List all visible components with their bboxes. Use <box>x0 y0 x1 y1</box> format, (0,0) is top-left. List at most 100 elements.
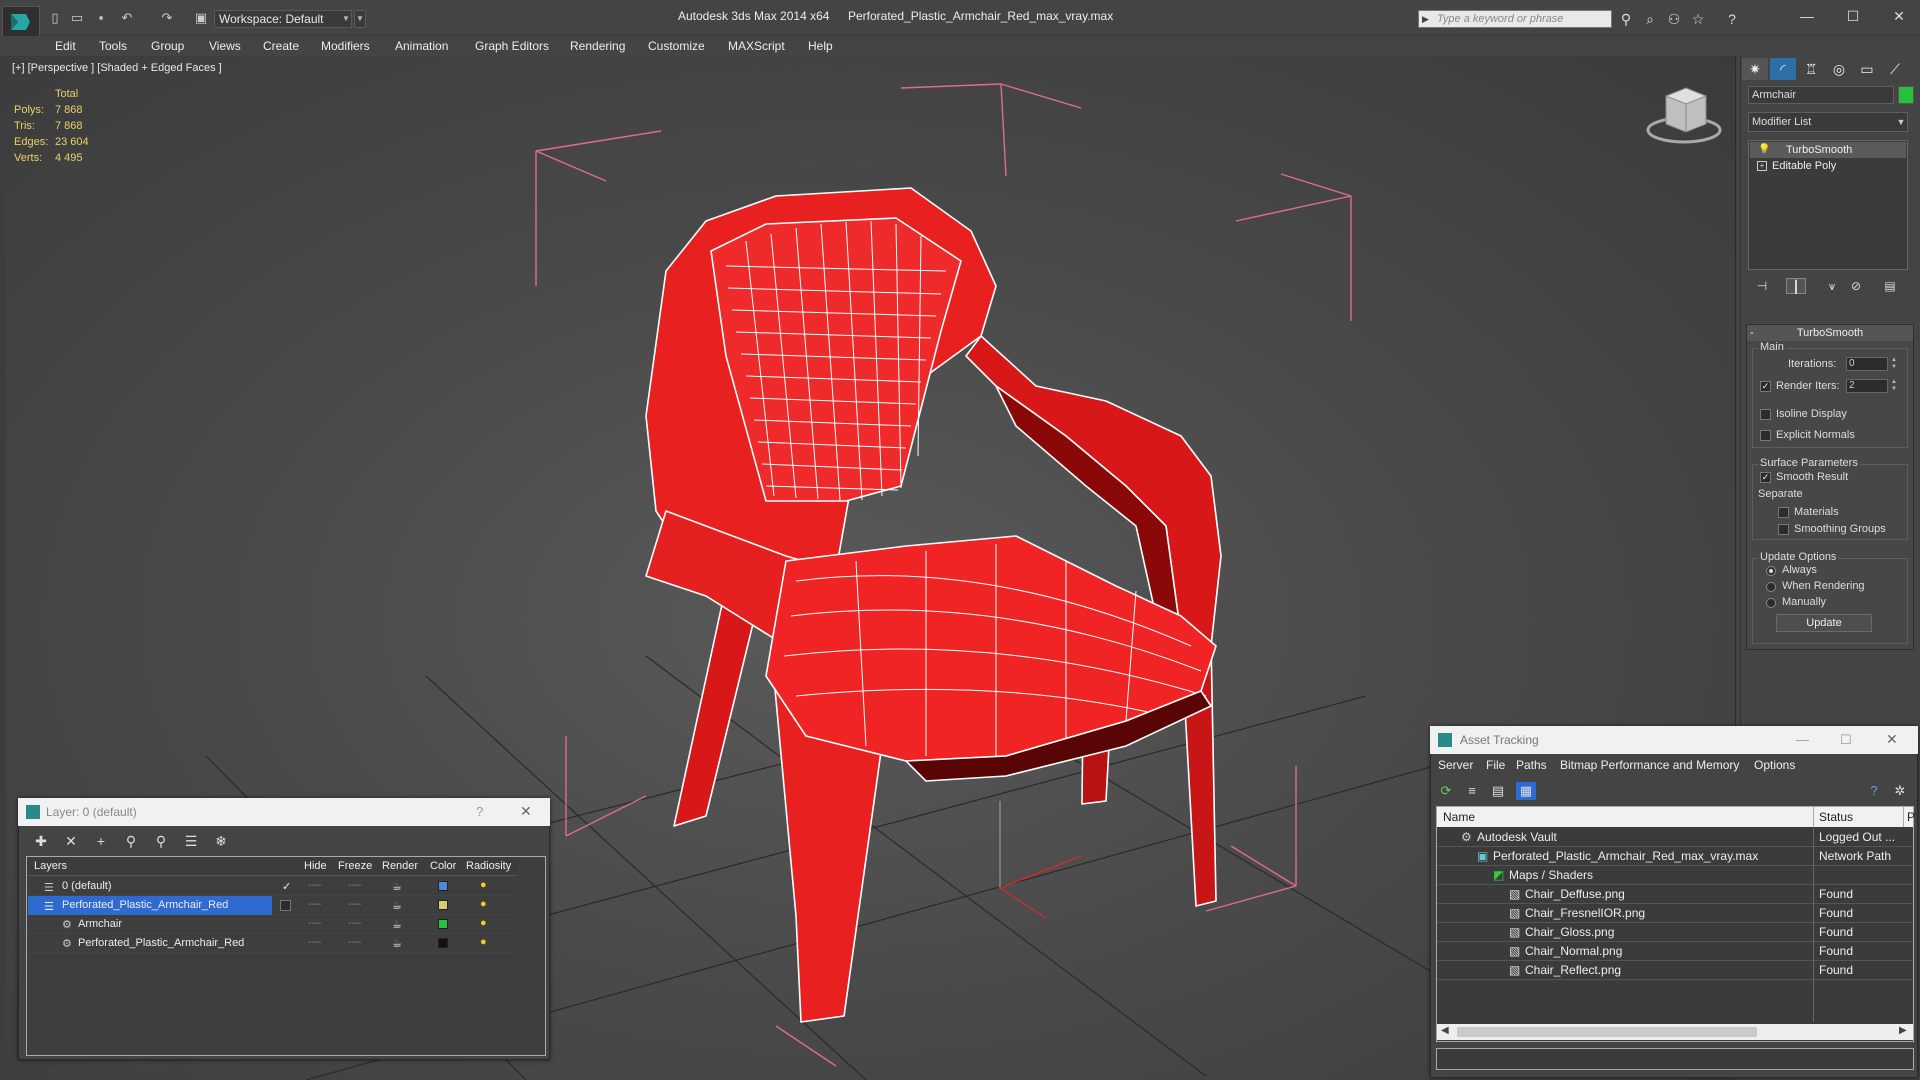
asset-row-map-file[interactable]: ▧ Chair_FresnelIOR.png Found <box>1437 904 1913 923</box>
new-layer-icon[interactable]: ✚ <box>30 832 52 850</box>
help-icon[interactable]: ? <box>1722 10 1742 28</box>
radiosity-icon[interactable]: ● <box>480 879 487 891</box>
menu-rendering[interactable]: Rendering <box>570 36 625 56</box>
menu-bitmap-performance[interactable]: Bitmap Performance and Memory <box>1560 756 1739 774</box>
asset-row-map-file[interactable]: ▧ Chair_Normal.png Found <box>1437 942 1913 961</box>
col-render[interactable]: Render <box>382 860 418 872</box>
hierarchy-tab-icon[interactable]: ♖ <box>1798 58 1824 80</box>
details-view-icon[interactable]: ▤ <box>1488 782 1508 800</box>
layer-dialog-title[interactable]: Layer: 0 (default) <box>18 798 550 826</box>
hide-toggle[interactable]: ---- <box>308 899 321 910</box>
add-to-layer-icon[interactable]: + <box>90 832 112 850</box>
hide-toggle[interactable]: ---- <box>308 918 321 929</box>
workspace-dropdown-icon[interactable]: ▼ <box>340 10 352 28</box>
chevron-down-icon[interactable]: ▼ <box>1894 114 1908 130</box>
undo-icon[interactable]: ↶ <box>118 10 136 26</box>
col-radiosity[interactable]: Radiosity <box>466 860 511 872</box>
menu-file[interactable]: File <box>1486 756 1505 774</box>
hide-all-layers-icon[interactable]: ☰ <box>180 832 202 850</box>
new-file-icon[interactable]: ▯ <box>46 10 64 26</box>
viewport-label[interactable]: [+] [Perspective ] [Shaded + Edged Faces… <box>12 62 222 74</box>
col-name[interactable]: Name <box>1443 807 1475 827</box>
settings-icon[interactable]: ✲ <box>1890 782 1910 800</box>
when-rendering-radio[interactable] <box>1766 582 1776 592</box>
remove-modifier-icon[interactable]: ⊘ <box>1846 278 1866 294</box>
maximize-button[interactable]: ☐ <box>1840 732 1852 748</box>
menu-options[interactable]: Options <box>1754 756 1795 774</box>
help-icon[interactable]: ? <box>1864 782 1884 800</box>
project-folder-icon[interactable]: ▣ <box>192 10 210 26</box>
close-button[interactable]: ✕ <box>1876 4 1920 28</box>
stack-item-turbosmooth[interactable]: TurboSmooth <box>1750 142 1906 158</box>
iterations-spinner[interactable]: 0 <box>1846 357 1888 371</box>
current-layer-checkbox[interactable] <box>280 900 291 911</box>
layer-row-armchair-red-object[interactable]: ⚙ Perforated_Plastic_Armchair_Red ---- -… <box>28 934 516 953</box>
asset-row-maps[interactable]: ◩ Maps / Shaders <box>1437 866 1913 885</box>
asset-row-map-file[interactable]: ▧ Chair_Deffuse.png Found <box>1437 885 1913 904</box>
configure-sets-icon[interactable]: ▤ <box>1880 278 1900 294</box>
app-logo-icon[interactable] <box>2 6 40 38</box>
binoculars-icon[interactable]: ⚲ <box>1616 10 1636 28</box>
object-color-swatch[interactable] <box>1898 86 1914 104</box>
search-input[interactable]: Type a keyword or phrase <box>1418 10 1612 28</box>
col-path[interactable]: P <box>1907 807 1915 827</box>
scroll-thumb[interactable] <box>1457 1027 1757 1037</box>
display-tab-icon[interactable]: ▭ <box>1854 58 1880 80</box>
col-freeze[interactable]: Freeze <box>338 860 372 872</box>
layer-row-armchair-red[interactable]: ☰ Perforated_Plastic_Armchair_Red ---- -… <box>28 896 516 915</box>
list-view-icon[interactable]: ≡ <box>1462 782 1482 800</box>
menu-customize[interactable]: Customize <box>648 36 705 56</box>
layer-row-default[interactable]: ☰ 0 (default) ✓ ---- ---- ☕ ● <box>28 877 516 896</box>
menu-tools[interactable]: Tools <box>99 36 127 56</box>
create-tab-icon[interactable]: ✷ <box>1742 58 1768 80</box>
layer-color-swatch[interactable] <box>438 881 448 891</box>
freeze-toggle[interactable]: ---- <box>348 880 361 891</box>
col-hide[interactable]: Hide <box>304 860 327 872</box>
menu-graph-editors[interactable]: Graph Editors <box>475 36 549 56</box>
highlight-layer-icon[interactable]: ⚲ <box>150 832 172 850</box>
search-icon[interactable]: ⌕ <box>1640 10 1660 28</box>
menu-animation[interactable]: Animation <box>395 36 448 56</box>
hide-toggle[interactable]: ---- <box>308 937 321 948</box>
maximize-button[interactable]: ☐ <box>1830 4 1876 28</box>
smoothing-groups-checkbox[interactable] <box>1778 524 1789 535</box>
col-layers[interactable]: Layers <box>34 860 67 872</box>
close-button[interactable]: ✕ <box>520 803 532 820</box>
utilities-tab-icon[interactable]: ⟋ <box>1882 58 1908 80</box>
render-iters-spinner[interactable]: 2 <box>1846 379 1888 393</box>
freeze-toggle[interactable]: ---- <box>348 899 361 910</box>
stack-item-editable-poly[interactable]: Editable Poly <box>1750 158 1906 174</box>
horizontal-scrollbar[interactable]: ◀ ▶ <box>1437 1024 1913 1040</box>
signin-icon[interactable]: ⚇ <box>1664 10 1684 28</box>
menu-help[interactable]: Help <box>808 36 833 56</box>
freeze-toggle[interactable]: ---- <box>348 937 361 948</box>
open-file-icon[interactable]: ▭ <box>68 10 86 26</box>
menu-paths[interactable]: Paths <box>1516 756 1547 774</box>
expand-plus-icon[interactable]: + <box>1757 161 1767 171</box>
object-color-swatch[interactable] <box>438 919 448 929</box>
spinner-arrows-icon[interactable]: ▲ ▼ <box>1890 357 1898 371</box>
update-button[interactable]: Update <box>1776 614 1872 632</box>
scroll-left-icon[interactable]: ◀ <box>1441 1025 1449 1036</box>
menu-edit[interactable]: Edit <box>55 36 76 56</box>
teapot-icon[interactable]: ☕ <box>392 880 402 893</box>
favorites-icon[interactable]: ☆ <box>1688 10 1708 28</box>
select-in-layer-icon[interactable]: ⚲ <box>120 832 142 850</box>
col-color[interactable]: Color <box>430 860 456 872</box>
radiosity-icon[interactable]: ● <box>480 936 487 948</box>
asset-row-max-file[interactable]: ▣ Perforated_Plastic_Armchair_Red_max_vr… <box>1437 847 1913 866</box>
pin-stack-icon[interactable]: ⊣ <box>1752 278 1772 294</box>
close-button[interactable]: ✕ <box>1886 731 1898 748</box>
delete-layer-icon[interactable]: ✕ <box>60 832 82 850</box>
asset-row-map-file[interactable]: ▧ Chair_Reflect.png Found <box>1437 961 1913 980</box>
col-status[interactable]: Status <box>1819 807 1853 827</box>
menu-modifiers[interactable]: Modifiers <box>321 36 370 56</box>
quick-access-dropdown-icon[interactable]: ▼ <box>354 10 366 28</box>
teapot-icon[interactable]: ☕ <box>392 899 402 912</box>
menu-views[interactable]: Views <box>209 36 241 56</box>
modifier-list-dropdown[interactable]: Modifier List <box>1748 112 1908 132</box>
refresh-icon[interactable]: ⟳ <box>1436 782 1456 800</box>
modify-tab-icon[interactable]: ◜ <box>1770 58 1796 80</box>
save-icon[interactable]: ▪ <box>92 10 110 26</box>
menu-maxscript[interactable]: MAXScript <box>728 36 785 56</box>
